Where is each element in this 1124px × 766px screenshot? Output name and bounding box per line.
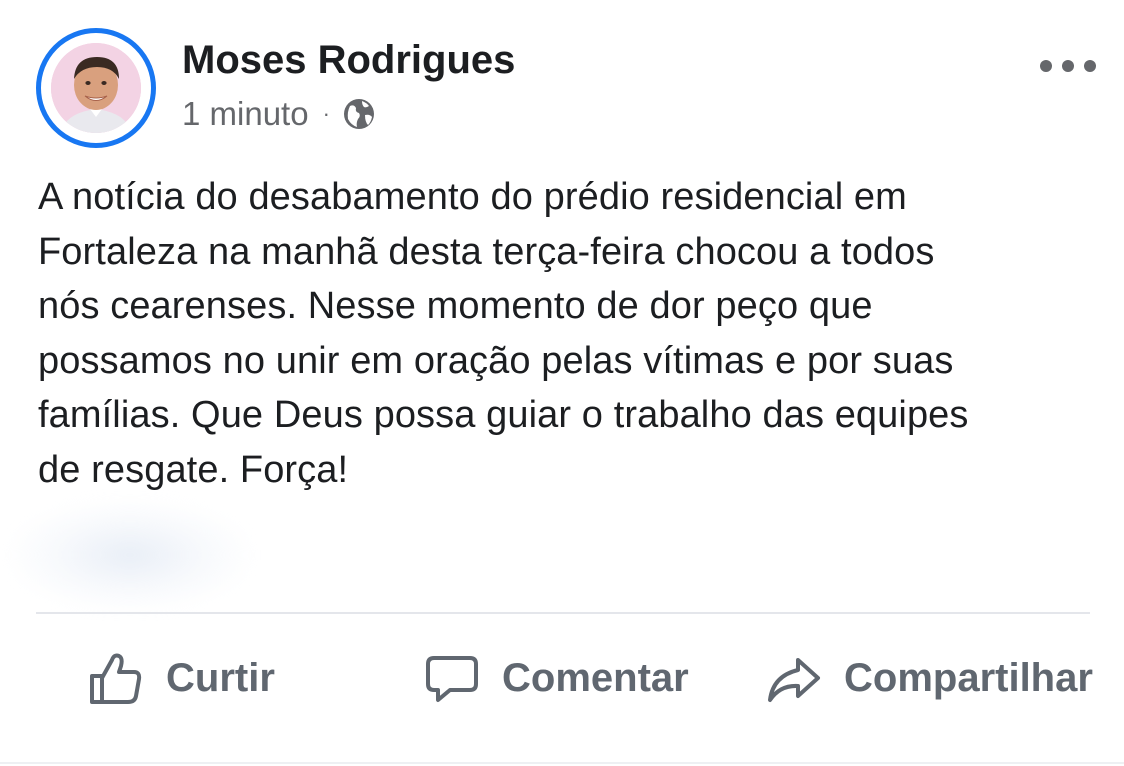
thumbs-up-icon (90, 653, 142, 704)
post-text: A notícia do desabamento do prédio resid… (38, 176, 969, 491)
meta-separator: · (322, 101, 330, 126)
globe-icon[interactable] (342, 97, 376, 131)
post-meta: 1 minuto · (182, 94, 376, 134)
more-options-icon[interactable] (1040, 52, 1096, 80)
facebook-post: Moses Rodrigues 1 minuto · A notícia do … (0, 0, 1124, 766)
share-button[interactable]: Compartilhar (766, 636, 1093, 720)
share-arrow-icon (768, 658, 820, 702)
avatar[interactable] (36, 28, 156, 148)
like-button[interactable]: Curtir (88, 636, 275, 720)
post-actions: Curtir Comentar Compartilhar (0, 636, 1124, 720)
like-label: Curtir (166, 655, 275, 700)
comment-button[interactable]: Comentar (424, 636, 689, 720)
avatar-portrait-icon (51, 43, 141, 133)
share-label: Compartilhar (844, 655, 1093, 700)
comment-bubble-icon (426, 656, 478, 702)
author-name[interactable]: Moses Rodrigues (182, 38, 515, 83)
post-header: Moses Rodrigues 1 minuto · (36, 28, 1096, 152)
blurred-area (10, 500, 250, 610)
avatar-photo (51, 43, 141, 133)
post-timestamp[interactable]: 1 minuto (182, 95, 309, 133)
bottom-divider (0, 762, 1124, 764)
comment-label: Comentar (502, 655, 689, 700)
divider (36, 612, 1090, 614)
